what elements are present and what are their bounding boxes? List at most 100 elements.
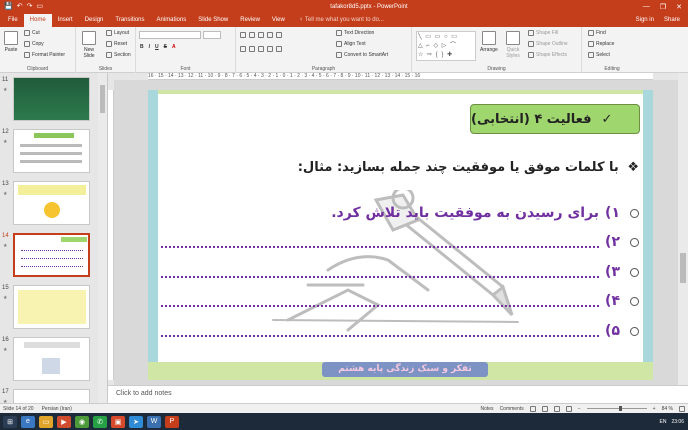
justify-icon[interactable]: [267, 46, 273, 52]
zoom-out-button[interactable]: −: [578, 406, 581, 412]
start-icon[interactable]: ⊞: [3, 415, 17, 428]
layout-button[interactable]: Layout: [106, 30, 129, 36]
columns-icon[interactable]: [276, 46, 282, 52]
bold-button[interactable]: B: [140, 44, 144, 50]
increase-indent-icon[interactable]: [267, 32, 273, 38]
sentence-line-5[interactable]: ۵): [159, 321, 639, 341]
chrome-icon[interactable]: ◉: [75, 415, 89, 428]
slide-canvas[interactable]: ✓ فعالیت ۴ (انتخابی) ❖ با کلمات موفق یا …: [148, 90, 653, 380]
tell-me-search[interactable]: ♀ Tell me what you want to do...: [299, 14, 384, 27]
sentence-line-3[interactable]: ۳): [159, 262, 639, 282]
align-text-button[interactable]: Align Text: [336, 41, 366, 47]
slide-sorter-icon[interactable]: [541, 405, 548, 412]
tab-insert[interactable]: Insert: [52, 14, 79, 27]
font-name-box[interactable]: [139, 31, 201, 39]
sign-in-link[interactable]: Sign in: [636, 14, 654, 27]
line-spacing-icon[interactable]: [276, 32, 282, 38]
tab-view[interactable]: View: [266, 14, 291, 27]
quick-styles-button[interactable]: Quick Styles: [502, 31, 524, 59]
sentence-line-2[interactable]: ۲): [159, 232, 639, 252]
tab-home[interactable]: Home: [23, 14, 52, 27]
thumbnail-slide-11[interactable]: 11 ★: [0, 75, 107, 125]
new-slide-label: New Slide: [83, 47, 95, 59]
copy-button[interactable]: Copy: [24, 41, 44, 47]
thumbnail-slide-16[interactable]: 16 ★: [0, 335, 107, 385]
smartart-button[interactable]: Convert to SmartArt: [336, 52, 388, 58]
underline-button[interactable]: U: [155, 44, 159, 50]
tab-review[interactable]: Review: [234, 14, 266, 27]
strikethrough-button[interactable]: S: [164, 44, 167, 50]
italic-button[interactable]: I: [149, 44, 150, 50]
zoom-slider-thumb[interactable]: [618, 406, 622, 411]
app-icon[interactable]: ▣: [111, 415, 125, 428]
zoom-slider[interactable]: [586, 406, 647, 411]
tab-transitions[interactable]: Transitions: [109, 14, 150, 27]
sentence-line-4[interactable]: ۴): [159, 291, 639, 311]
fit-to-window-icon[interactable]: [679, 405, 685, 412]
language-indicator[interactable]: Persian (Iran): [42, 406, 72, 412]
tab-file[interactable]: File: [2, 14, 24, 27]
find-button[interactable]: Find: [588, 30, 606, 36]
replace-button[interactable]: Replace: [588, 41, 614, 47]
scrollbar-thumb[interactable]: [680, 253, 686, 283]
telegram-icon[interactable]: ➤: [129, 415, 143, 428]
thumbnail-scrollbar[interactable]: [98, 73, 107, 403]
new-slide-button[interactable]: New Slide: [79, 31, 99, 59]
font-size-box[interactable]: [203, 31, 221, 39]
shape-fill-button[interactable]: Shape Fill: [528, 30, 558, 36]
align-center-icon[interactable]: [249, 46, 255, 52]
restore-button[interactable]: ❐: [660, 3, 666, 11]
reading-view-icon[interactable]: [553, 405, 560, 412]
decrease-indent-icon[interactable]: [258, 32, 264, 38]
font-color-button[interactable]: A: [172, 44, 176, 50]
thumbnail-slide-12[interactable]: 12 ★: [0, 127, 107, 177]
arrange-button[interactable]: Arrange: [480, 31, 498, 53]
notes-toggle[interactable]: Notes: [481, 406, 494, 412]
slideshow-icon[interactable]: [565, 405, 572, 412]
thumbnail-slide-13[interactable]: 13 ★: [0, 179, 107, 229]
sentence-line-1[interactable]: ۱) برای رسیدن به موفقیت باید تلاش کرد.: [159, 203, 639, 223]
undo-icon[interactable]: ↶: [17, 3, 23, 10]
shapes-gallery[interactable]: ╲ ▭ ▭ ○ ▭ △ ⌐ ◇ ▷ ⌒ ☆ ⇨ { } ✚: [416, 31, 476, 61]
close-button[interactable]: ✕: [676, 3, 682, 11]
share-button[interactable]: Share: [664, 14, 680, 27]
notes-pane[interactable]: Click to add notes: [108, 385, 688, 403]
clock[interactable]: 23:06: [671, 419, 684, 425]
redo-icon[interactable]: ↷: [27, 3, 33, 10]
align-right-icon[interactable]: [258, 46, 264, 52]
text-direction-button[interactable]: Text Direction: [336, 30, 374, 36]
numbering-icon[interactable]: [249, 32, 255, 38]
present-icon[interactable]: ▭: [36, 3, 43, 10]
tab-slide-show[interactable]: Slide Show: [192, 14, 234, 27]
tab-design[interactable]: Design: [79, 14, 110, 27]
section-button[interactable]: Section: [106, 52, 131, 58]
minimize-button[interactable]: —: [643, 3, 650, 11]
scrollbar-thumb[interactable]: [100, 85, 105, 113]
word-icon[interactable]: W: [147, 415, 161, 428]
reset-button[interactable]: Reset: [106, 41, 127, 47]
format-painter-button[interactable]: Format Painter: [24, 52, 65, 58]
ie-icon[interactable]: e: [21, 415, 35, 428]
zoom-in-button[interactable]: +: [653, 406, 656, 412]
paste-button[interactable]: Paste: [4, 31, 18, 53]
shape-outline-button[interactable]: Shape Outline: [528, 41, 568, 47]
comments-toggle[interactable]: Comments: [500, 406, 524, 412]
tab-animations[interactable]: Animations: [151, 14, 193, 27]
normal-view-icon[interactable]: [529, 405, 536, 412]
select-button[interactable]: Select: [588, 52, 610, 58]
thumbnail-slide-14[interactable]: 14 ★: [0, 231, 107, 281]
folder-icon[interactable]: ▭: [39, 415, 53, 428]
zoom-level[interactable]: 84 %: [662, 406, 673, 412]
save-icon[interactable]: 💾: [4, 3, 13, 10]
bullets-icon[interactable]: [240, 32, 246, 38]
language-tray[interactable]: EN: [660, 419, 667, 425]
cut-button[interactable]: Cut: [24, 30, 40, 36]
whatsapp-icon[interactable]: ✆: [93, 415, 107, 428]
thumbnail-slide-17[interactable]: 17 ★: [0, 387, 107, 403]
shape-effects-button[interactable]: Shape Effects: [528, 52, 567, 58]
media-icon[interactable]: ▶: [57, 415, 71, 428]
editor-scrollbar[interactable]: [678, 73, 688, 385]
thumbnail-slide-15[interactable]: 15 ★: [0, 283, 107, 333]
powerpoint-icon[interactable]: P: [165, 415, 179, 428]
align-left-icon[interactable]: [240, 46, 246, 52]
